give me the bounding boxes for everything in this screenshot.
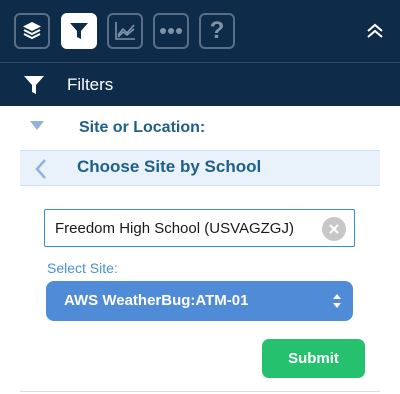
submit-button[interactable]: Submit <box>262 339 365 378</box>
filter-icon <box>24 76 44 94</box>
updown-arrows-icon <box>333 294 341 308</box>
select-site-label: Select Site: <box>47 260 118 276</box>
chevron-up-double-icon <box>367 23 383 38</box>
filters-header: Filters <box>0 62 400 106</box>
school-search-field[interactable] <box>44 209 355 247</box>
more-icon <box>160 28 182 34</box>
clear-search-button[interactable] <box>322 217 346 241</box>
layers-button[interactable] <box>14 13 50 49</box>
help-button[interactable]: ? <box>199 13 235 49</box>
caret-down-icon <box>30 121 44 130</box>
divider <box>20 391 380 392</box>
layers-icon <box>23 22 41 40</box>
help-icon: ? <box>209 17 225 44</box>
chevron-left-icon[interactable] <box>34 158 48 180</box>
choose-site-title: Choose Site by School <box>77 157 262 176</box>
more-button[interactable] <box>153 13 189 49</box>
chart-button[interactable] <box>107 13 143 49</box>
close-icon <box>329 224 339 234</box>
filter-icon <box>70 23 88 39</box>
collapse-panel-button[interactable] <box>364 20 386 42</box>
school-search-input[interactable] <box>55 210 317 246</box>
chart-icon <box>115 22 135 40</box>
top-toolbar: ? <box>0 0 400 62</box>
filters-title: Filters <box>67 75 114 94</box>
filter-button[interactable] <box>61 13 97 49</box>
site-select-dropdown[interactable]: AWS WeatherBug:ATM-01 <box>46 281 353 321</box>
site-select-value: AWS WeatherBug:ATM-01 <box>64 292 249 309</box>
site-or-location-label: Site or Location: <box>79 119 206 136</box>
